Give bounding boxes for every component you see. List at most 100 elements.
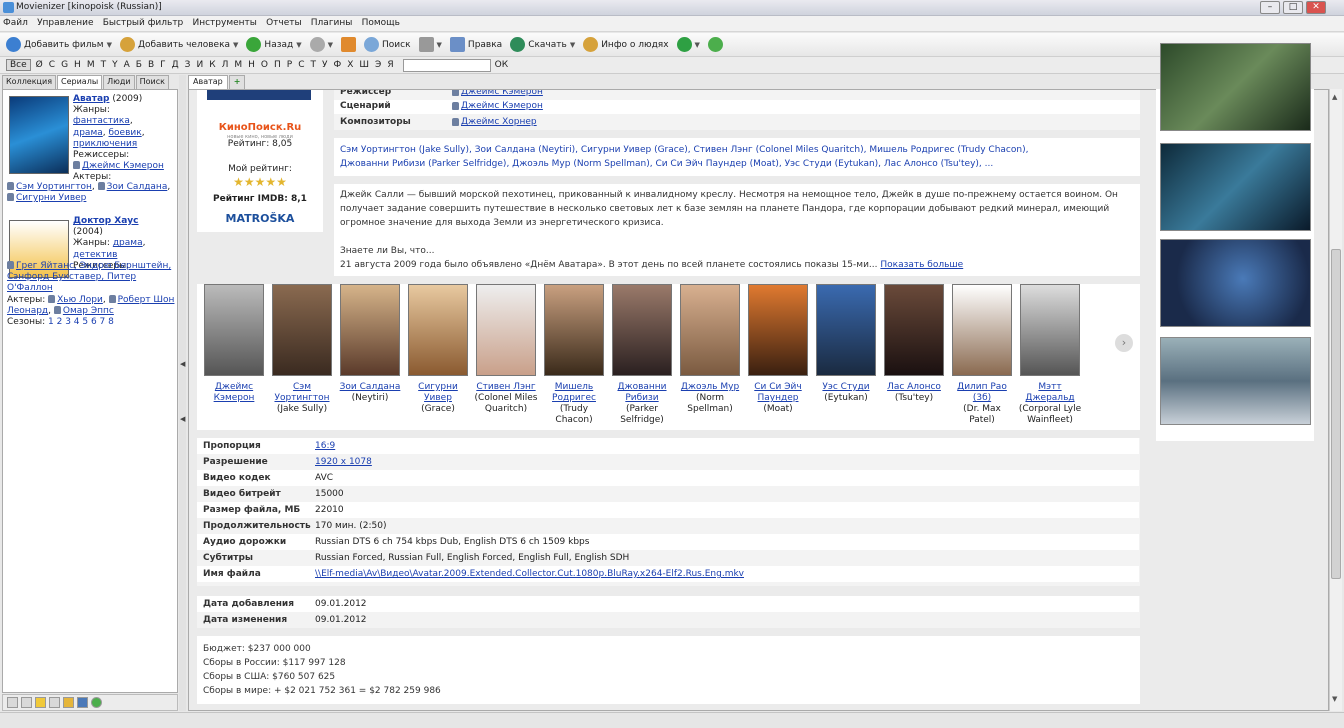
- person-photo[interactable]: [408, 284, 468, 376]
- avatar-poster[interactable]: [9, 96, 69, 174]
- tab-search[interactable]: Поиск: [135, 75, 169, 89]
- letter-filter[interactable]: Г: [157, 60, 169, 70]
- download-button[interactable]: Скачать ▼: [508, 36, 577, 53]
- letter-filter[interactable]: H: [71, 60, 84, 70]
- actor-link[interactable]: Зои Салдана: [107, 182, 168, 192]
- letter-filter[interactable]: Б: [133, 60, 145, 70]
- letter-filter[interactable]: Н: [245, 60, 258, 70]
- letter-filter[interactable]: О: [258, 60, 271, 70]
- person-photo[interactable]: [952, 284, 1012, 376]
- letter-filter[interactable]: Ф: [331, 60, 345, 70]
- season-links[interactable]: 1 2 3 4 5 6 7 8: [48, 317, 114, 327]
- tab-avatar[interactable]: Аватар: [188, 75, 228, 89]
- home-button[interactable]: [339, 36, 358, 53]
- print-button[interactable]: ▼: [417, 36, 444, 53]
- people-info-button[interactable]: Инфо о людях: [581, 36, 670, 53]
- person-photo[interactable]: [1020, 284, 1080, 376]
- menu-help[interactable]: Помощь: [359, 16, 403, 30]
- letter-filter[interactable]: Д: [169, 60, 182, 70]
- play-button[interactable]: ▼: [675, 36, 702, 53]
- chevron-down-icon[interactable]: ▼: [328, 41, 333, 49]
- view-list-icon[interactable]: [7, 697, 18, 708]
- movie-title-link[interactable]: Аватар: [73, 94, 109, 104]
- letter-filter[interactable]: M: [84, 60, 98, 70]
- letter-filter[interactable]: З: [182, 60, 194, 70]
- person-photo[interactable]: [612, 284, 672, 376]
- person-card[interactable]: Си Си Эйч Паундер (Moat): [745, 284, 811, 415]
- collapse-left-icon[interactable]: ◀: [180, 415, 185, 423]
- genre-link[interactable]: фантастика: [73, 116, 130, 126]
- letter-filter[interactable]: М: [231, 60, 245, 70]
- menu-reports[interactable]: Отчеты: [263, 16, 305, 30]
- forward-button[interactable]: ▼: [308, 36, 335, 53]
- person-photo[interactable]: [340, 284, 400, 376]
- director-link[interactable]: Джеймс Кэмерон: [82, 161, 164, 171]
- tab-people[interactable]: Люди: [103, 75, 135, 89]
- letter-filter[interactable]: Э: [372, 60, 384, 70]
- genre-link[interactable]: боевик: [109, 128, 142, 138]
- cast-line[interactable]: Сэм Уортингтон (Jake Sully), Зои Салдана…: [340, 143, 1134, 157]
- menu-file[interactable]: Файл: [0, 16, 31, 30]
- person-card[interactable]: Уэс Студи (Eytukan): [813, 284, 879, 404]
- menu-quick-filter[interactable]: Быстрый фильтр: [100, 16, 187, 30]
- person-photo[interactable]: [884, 284, 944, 376]
- actor-link[interactable]: Хью Лори: [57, 295, 103, 305]
- person-card[interactable]: Сигурни Уивер (Grace): [405, 284, 471, 415]
- scroll-thumb[interactable]: [1331, 249, 1341, 579]
- director-link[interactable]: Грег Яйтанс, Эндрю Бернштейн, Сэнфорд Бу…: [7, 261, 171, 293]
- filter-icon[interactable]: [49, 697, 60, 708]
- collapse-left-icon[interactable]: ◀: [180, 360, 185, 368]
- person-photo[interactable]: [476, 284, 536, 376]
- menu-manage[interactable]: Управление: [34, 16, 96, 30]
- view-grid-icon[interactable]: [21, 697, 32, 708]
- screenshot-thumbnail[interactable]: [1160, 239, 1311, 327]
- kinopoisk-logo[interactable]: КиноПоиск.Ru: [197, 122, 323, 133]
- genre-link[interactable]: детектив: [73, 250, 117, 260]
- actor-link[interactable]: Сэм Уортингтон: [16, 182, 92, 192]
- check-icon[interactable]: [91, 697, 102, 708]
- person-photo[interactable]: [748, 284, 808, 376]
- letter-filter[interactable]: Ø: [33, 60, 46, 70]
- tab-collection[interactable]: Коллекция: [2, 75, 57, 89]
- chevron-down-icon[interactable]: ▼: [233, 41, 238, 49]
- letter-filter[interactable]: И: [193, 60, 206, 70]
- person-photo[interactable]: [544, 284, 604, 376]
- star-icon[interactable]: [35, 697, 46, 708]
- person-card[interactable]: Стивен Лэнг (Colonel Miles Quaritch): [473, 284, 539, 415]
- person-photo[interactable]: [680, 284, 740, 376]
- letter-filter[interactable]: Т: [308, 60, 320, 70]
- screenshot-thumbnail[interactable]: [1160, 143, 1311, 231]
- minimize-button[interactable]: –: [1260, 1, 1280, 14]
- search-button[interactable]: Поиск: [362, 36, 413, 53]
- menu-tools[interactable]: Инструменты: [189, 16, 259, 30]
- chevron-down-icon[interactable]: ▼: [570, 41, 575, 49]
- next-arrow-icon[interactable]: ›: [1115, 334, 1133, 352]
- letter-filter[interactable]: C: [46, 60, 58, 70]
- edit-button[interactable]: Правка: [448, 36, 504, 53]
- letter-filter[interactable]: А: [121, 60, 133, 70]
- panel-splitter[interactable]: ◀ ◀: [179, 75, 186, 711]
- show-more-link[interactable]: Показать больше: [880, 260, 963, 270]
- letter-filter[interactable]: T: [98, 60, 110, 70]
- person-card[interactable]: Зои Салдана (Neytiri): [337, 284, 403, 404]
- letter-filter[interactable]: Ш: [356, 60, 372, 70]
- my-rating-stars[interactable]: ★★★★★: [197, 175, 323, 189]
- letter-filter[interactable]: G: [58, 60, 71, 70]
- tab-series[interactable]: Сериалы: [57, 75, 103, 89]
- letter-filter[interactable]: К: [206, 60, 218, 70]
- poster-strip[interactable]: [207, 90, 311, 100]
- letter-filter[interactable]: Л: [219, 60, 232, 70]
- add-movie-button[interactable]: Добавить фильм ▼: [4, 36, 114, 53]
- new-tab-button[interactable]: +: [228, 75, 246, 89]
- actor-link[interactable]: Омар Эппс: [63, 306, 114, 316]
- screenshot-thumbnail[interactable]: [1160, 43, 1311, 131]
- movie-title-link[interactable]: Доктор Хаус: [73, 216, 139, 226]
- person-card[interactable]: Мишель Родригес (Trudy Chacon): [541, 284, 607, 426]
- chevron-down-icon[interactable]: ▼: [695, 41, 700, 49]
- letter-filter[interactable]: Y: [109, 60, 121, 70]
- screenshot-thumbnail[interactable]: [1160, 337, 1311, 425]
- back-button[interactable]: Назад ▼: [244, 36, 303, 53]
- folder-icon[interactable]: [63, 697, 74, 708]
- letter-filter[interactable]: Р: [284, 60, 295, 70]
- letter-filter[interactable]: Я: [384, 60, 396, 70]
